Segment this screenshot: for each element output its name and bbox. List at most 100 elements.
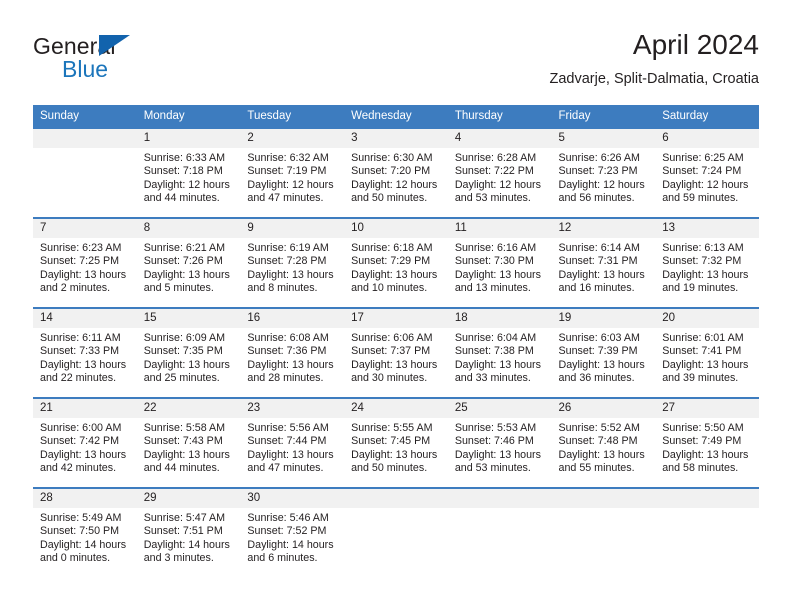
day-details: Sunrise: 6:00 AM Sunset: 7:42 PM Dayligh…: [33, 418, 137, 487]
day-details: Sunrise: 6:19 AM Sunset: 7:28 PM Dayligh…: [240, 238, 344, 307]
day-number: 26: [551, 399, 656, 418]
day-cell[interactable]: 24 Sunrise: 5:55 AM Sunset: 7:45 PM Dayl…: [344, 397, 448, 488]
day-number: 11: [447, 219, 552, 238]
sunrise-text: Sunrise: 6:33 AM: [143, 152, 226, 164]
calendar-week-row: 1 Sunrise: 6:33 AM Sunset: 7:18 PM Dayli…: [33, 127, 759, 218]
daylight-text-line2: and 42 minutes.: [40, 462, 117, 475]
day-details: Sunrise: 6:13 AM Sunset: 7:32 PM Dayligh…: [655, 238, 759, 307]
sunrise-text: Sunrise: 6:16 AM: [454, 242, 537, 254]
day-cell[interactable]: 18 Sunrise: 6:04 AM Sunset: 7:38 PM Dayl…: [447, 307, 552, 398]
day-details: Sunrise: 5:49 AM Sunset: 7:50 PM Dayligh…: [33, 508, 137, 577]
sunset-text: Sunset: 7:20 PM: [351, 165, 431, 178]
day-number: 18: [447, 309, 552, 328]
day-details: Sunrise: 6:08 AM Sunset: 7:36 PM Dayligh…: [240, 328, 344, 397]
day-cell[interactable]: 21 Sunrise: 6:00 AM Sunset: 7:42 PM Dayl…: [33, 397, 137, 488]
daylight-text-line1: Daylight: 13 hours: [247, 358, 334, 371]
day-cell[interactable]: 7 Sunrise: 6:23 AM Sunset: 7:25 PM Dayli…: [33, 217, 137, 308]
daylight-text-line1: Daylight: 13 hours: [558, 358, 645, 371]
day-details: Sunrise: 5:55 AM Sunset: 7:45 PM Dayligh…: [344, 418, 448, 487]
day-cell[interactable]: 3 Sunrise: 6:30 AM Sunset: 7:20 PM Dayli…: [344, 127, 448, 218]
calendar-table: Sunday Monday Tuesday Wednesday Thursday…: [33, 105, 759, 577]
day-cell[interactable]: 29 Sunrise: 5:47 AM Sunset: 7:51 PM Dayl…: [136, 487, 241, 577]
daylight-text-line2: and 10 minutes.: [351, 282, 428, 295]
daylight-text-line1: Daylight: 12 hours: [662, 178, 749, 191]
day-cell[interactable]: 9 Sunrise: 6:19 AM Sunset: 7:28 PM Dayli…: [240, 217, 345, 308]
day-number: 27: [655, 399, 759, 418]
day-details: [344, 508, 448, 577]
day-details: [33, 148, 137, 217]
day-cell[interactable]: 10 Sunrise: 6:18 AM Sunset: 7:29 PM Dayl…: [344, 217, 448, 308]
day-cell[interactable]: 12 Sunrise: 6:14 AM Sunset: 7:31 PM Dayl…: [551, 217, 656, 308]
daylight-text-line2: and 19 minutes.: [662, 282, 739, 295]
day-details: Sunrise: 6:21 AM Sunset: 7:26 PM Dayligh…: [137, 238, 241, 307]
day-details: [655, 508, 759, 577]
day-number: 17: [344, 309, 448, 328]
day-cell[interactable]: 6 Sunrise: 6:25 AM Sunset: 7:24 PM Dayli…: [655, 127, 759, 218]
daylight-text-line2: and 8 minutes.: [247, 282, 318, 295]
title-block: April 2024 Zadvarje, Split-Dalmatia, Cro…: [549, 28, 759, 88]
day-cell[interactable]: 22 Sunrise: 5:58 AM Sunset: 7:43 PM Dayl…: [136, 397, 241, 488]
day-cell[interactable]: [33, 127, 137, 218]
day-details: Sunrise: 6:11 AM Sunset: 7:33 PM Dayligh…: [33, 328, 137, 397]
daylight-text-line1: Daylight: 13 hours: [143, 358, 230, 371]
day-cell[interactable]: 5 Sunrise: 6:26 AM Sunset: 7:23 PM Dayli…: [551, 127, 656, 218]
sunrise-text: Sunrise: 6:13 AM: [662, 242, 744, 254]
day-cell[interactable]: 13 Sunrise: 6:13 AM Sunset: 7:32 PM Dayl…: [655, 217, 759, 308]
daylight-text-line2: and 28 minutes.: [247, 372, 324, 385]
daylight-text-line1: Daylight: 12 hours: [351, 178, 438, 191]
sunset-text: Sunset: 7:28 PM: [247, 255, 327, 268]
daylight-text-line1: Daylight: 13 hours: [558, 268, 645, 281]
day-cell[interactable]: 23 Sunrise: 5:56 AM Sunset: 7:44 PM Dayl…: [240, 397, 345, 488]
daylight-text-line1: Daylight: 13 hours: [351, 448, 438, 461]
day-cell[interactable]: 1 Sunrise: 6:33 AM Sunset: 7:18 PM Dayli…: [136, 127, 241, 218]
daylight-text-line1: Daylight: 12 hours: [247, 178, 334, 191]
daylight-text-line2: and 30 minutes.: [351, 372, 428, 385]
day-number: 30: [240, 489, 345, 508]
sunrise-text: Sunrise: 6:01 AM: [662, 332, 744, 344]
day-number: 6: [655, 129, 759, 148]
day-cell[interactable]: 16 Sunrise: 6:08 AM Sunset: 7:36 PM Dayl…: [240, 307, 345, 398]
day-cell[interactable]: 25 Sunrise: 5:53 AM Sunset: 7:46 PM Dayl…: [447, 397, 552, 488]
general-blue-logo[interactable]: General Blue: [33, 33, 233, 89]
daylight-text-line1: Daylight: 13 hours: [662, 448, 749, 461]
day-cell[interactable]: 2 Sunrise: 6:32 AM Sunset: 7:19 PM Dayli…: [240, 127, 345, 218]
day-cell[interactable]: 19 Sunrise: 6:03 AM Sunset: 7:39 PM Dayl…: [551, 307, 656, 398]
day-cell[interactable]: 4 Sunrise: 6:28 AM Sunset: 7:22 PM Dayli…: [447, 127, 552, 218]
daylight-text-line2: and 58 minutes.: [662, 462, 739, 475]
day-cell-empty: [655, 487, 759, 577]
day-number: 5: [551, 129, 656, 148]
daylight-text-line1: Daylight: 13 hours: [662, 268, 749, 281]
daylight-text-line2: and 6 minutes.: [247, 552, 318, 565]
sunrise-text: Sunrise: 6:28 AM: [454, 152, 537, 164]
day-details: [448, 508, 552, 577]
sunset-text: Sunset: 7:22 PM: [454, 165, 534, 178]
day-number: [344, 489, 448, 508]
day-cell[interactable]: 17 Sunrise: 6:06 AM Sunset: 7:37 PM Dayl…: [344, 307, 448, 398]
daylight-text-line1: Daylight: 13 hours: [558, 448, 645, 461]
daylight-text-line2: and 50 minutes.: [351, 192, 428, 205]
day-cell[interactable]: 28 Sunrise: 5:49 AM Sunset: 7:50 PM Dayl…: [33, 487, 137, 577]
day-cell[interactable]: 14 Sunrise: 6:11 AM Sunset: 7:33 PM Dayl…: [33, 307, 137, 398]
sunrise-text: Sunrise: 6:30 AM: [351, 152, 433, 164]
daylight-text-line1: Daylight: 13 hours: [351, 358, 438, 371]
day-cell[interactable]: 20 Sunrise: 6:01 AM Sunset: 7:41 PM Dayl…: [655, 307, 759, 398]
day-cell[interactable]: 30 Sunrise: 5:46 AM Sunset: 7:52 PM Dayl…: [240, 487, 345, 577]
day-number: 24: [344, 399, 448, 418]
day-cell[interactable]: 15 Sunrise: 6:09 AM Sunset: 7:35 PM Dayl…: [136, 307, 241, 398]
day-cell[interactable]: 8 Sunrise: 6:21 AM Sunset: 7:26 PM Dayli…: [136, 217, 241, 308]
day-cell[interactable]: 11 Sunrise: 6:16 AM Sunset: 7:30 PM Dayl…: [447, 217, 552, 308]
day-cell[interactable]: 26 Sunrise: 5:52 AM Sunset: 7:48 PM Dayl…: [551, 397, 656, 488]
day-details: Sunrise: 6:09 AM Sunset: 7:35 PM Dayligh…: [137, 328, 241, 397]
sunrise-text: Sunrise: 6:19 AM: [247, 242, 329, 254]
daylight-text-line2: and 0 minutes.: [40, 552, 111, 565]
sunset-text: Sunset: 7:43 PM: [143, 435, 223, 448]
day-details: Sunrise: 6:01 AM Sunset: 7:41 PM Dayligh…: [655, 328, 759, 397]
daylight-text-line2: and 53 minutes.: [454, 462, 531, 475]
day-cell[interactable]: 27 Sunrise: 5:50 AM Sunset: 7:49 PM Dayl…: [655, 397, 759, 488]
weekday-header-friday: Friday: [551, 105, 656, 128]
day-number: [551, 489, 656, 508]
daylight-text-line1: Daylight: 14 hours: [143, 538, 230, 551]
weekday-header-thursday: Thursday: [447, 105, 552, 128]
day-number: 25: [447, 399, 552, 418]
sunset-text: Sunset: 7:36 PM: [247, 345, 327, 358]
